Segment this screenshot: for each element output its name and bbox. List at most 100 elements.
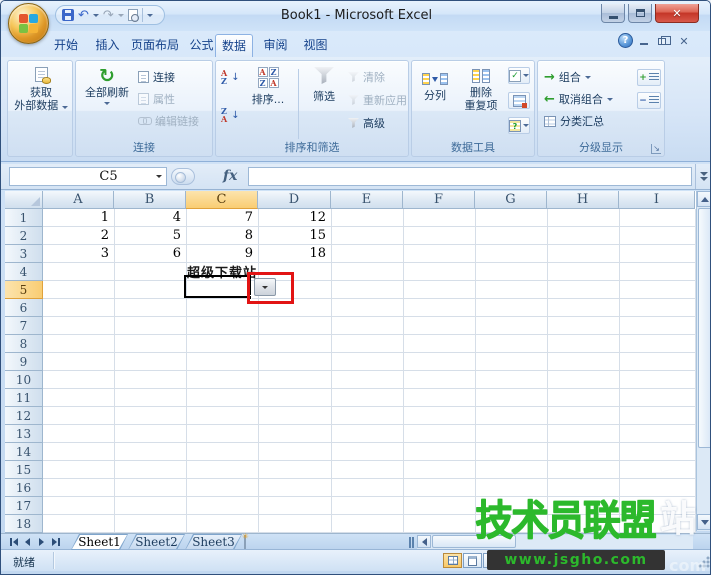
cell-D1[interactable]: 12: [258, 209, 326, 227]
sheet-tab-sheet3[interactable]: Sheet3: [185, 534, 242, 550]
row-header-12[interactable]: 12: [5, 407, 43, 425]
cell-B3[interactable]: 6: [114, 245, 181, 263]
row-header-5[interactable]: 5: [5, 281, 43, 299]
formula-input[interactable]: [248, 167, 692, 186]
selected-cell-C5[interactable]: [184, 275, 251, 298]
row-header-11[interactable]: 11: [5, 389, 43, 407]
row-header-1[interactable]: 1: [5, 209, 43, 227]
row-header-13[interactable]: 13: [5, 425, 43, 443]
previous-sheet-button[interactable]: [21, 536, 34, 548]
vertical-scroll-thumb[interactable]: [698, 208, 710, 448]
sheet-tab-sheet2[interactable]: Sheet2: [128, 534, 185, 550]
vertical-scrollbar[interactable]: [696, 191, 710, 531]
consolidate-button[interactable]: [508, 92, 530, 109]
sort-ascending-button[interactable]: A Z ↓: [221, 69, 240, 85]
row-header-6[interactable]: 6: [5, 299, 43, 317]
tab-data[interactable]: 数据: [215, 34, 253, 57]
filter-button[interactable]: 筛选: [304, 67, 344, 103]
column-header-I[interactable]: I: [619, 191, 695, 209]
row-header-2[interactable]: 2: [5, 227, 43, 245]
save-icon[interactable]: [62, 9, 74, 21]
row-header-16[interactable]: 16: [5, 479, 43, 497]
close-button[interactable]: ✕: [655, 4, 699, 23]
group-button[interactable]: → 组合: [544, 69, 591, 85]
column-header-C[interactable]: C: [186, 191, 258, 209]
last-sheet-button[interactable]: [49, 536, 62, 548]
column-header-E[interactable]: E: [331, 191, 403, 209]
cell-D2[interactable]: 15: [258, 227, 326, 245]
column-header-D[interactable]: D: [258, 191, 331, 209]
select-all-corner[interactable]: [5, 191, 43, 209]
minimize-button[interactable]: [601, 4, 625, 23]
sheet-tab-sheet1[interactable]: Sheet1: [71, 534, 128, 550]
row-header-3[interactable]: 3: [5, 245, 43, 263]
help-button[interactable]: ?: [618, 33, 633, 48]
workbook-restore-button[interactable]: [655, 35, 671, 47]
tab-insert[interactable]: 插入: [88, 34, 127, 57]
tab-view[interactable]: 视图: [297, 34, 334, 57]
cell-C1[interactable]: 7: [186, 209, 253, 227]
workbook-minimize-button[interactable]: [637, 35, 651, 47]
show-detail-button[interactable]: +: [637, 69, 661, 86]
cell-B2[interactable]: 5: [114, 227, 181, 245]
undo-icon[interactable]: ↶: [78, 9, 89, 22]
row-header-8[interactable]: 8: [5, 335, 43, 353]
first-sheet-button[interactable]: [7, 536, 20, 548]
cell-A1[interactable]: 1: [43, 209, 109, 227]
tab-scrollbar-splitter[interactable]: [409, 537, 414, 548]
tab-page-layout[interactable]: 页面布局: [127, 34, 183, 57]
column-header-H[interactable]: H: [547, 191, 619, 209]
name-box-dropdown-icon[interactable]: [152, 175, 166, 178]
remove-duplicates-button[interactable]: 删除 重复项: [457, 67, 505, 112]
row-header-4[interactable]: 4: [5, 263, 43, 281]
customize-qat-caret[interactable]: [146, 13, 153, 17]
refresh-all-button[interactable]: ↻ 全部刷新: [80, 66, 134, 105]
page-layout-view-button[interactable]: [463, 553, 482, 568]
office-button[interactable]: [8, 3, 49, 44]
hide-detail-button[interactable]: −: [637, 92, 661, 109]
insert-function-button[interactable]: fx: [223, 168, 237, 184]
row-header-18[interactable]: 18: [5, 515, 43, 533]
name-box[interactable]: C5: [9, 167, 167, 186]
undo-dropdown-caret[interactable]: [92, 13, 99, 17]
advanced-filter-button[interactable]: 高级: [348, 115, 385, 131]
next-sheet-button[interactable]: [35, 536, 48, 548]
tab-home[interactable]: 开始: [45, 34, 87, 57]
data-validation-button[interactable]: ✓: [508, 67, 530, 84]
row-header-10[interactable]: 10: [5, 371, 43, 389]
what-if-analysis-button[interactable]: ?: [508, 117, 530, 134]
normal-view-button[interactable]: [443, 553, 462, 568]
insert-worksheet-button[interactable]: ✳: [242, 533, 264, 556]
cell-D3[interactable]: 18: [258, 245, 326, 263]
scroll-down-button[interactable]: [697, 514, 710, 530]
row-header-17[interactable]: 17: [5, 497, 43, 515]
workbook-close-button[interactable]: ✕: [677, 35, 691, 48]
text-to-columns-button[interactable]: 分列: [415, 67, 455, 102]
column-header-A[interactable]: A: [43, 191, 114, 209]
column-header-G[interactable]: G: [475, 191, 547, 209]
expand-formula-bar-button[interactable]: [695, 164, 710, 189]
get-external-data-button[interactable]: 获取 外部数据: [11, 67, 71, 112]
row-header-14[interactable]: 14: [5, 443, 43, 461]
tab-review[interactable]: 审阅: [256, 34, 295, 57]
column-header-F[interactable]: F: [403, 191, 475, 209]
connections-button[interactable]: 连接: [138, 69, 175, 85]
sort-button[interactable]: AZ ZA 排序...: [244, 67, 292, 106]
cell-B1[interactable]: 4: [114, 209, 181, 227]
scroll-up-button[interactable]: [697, 191, 710, 207]
column-header-B[interactable]: B: [114, 191, 186, 209]
sort-descending-button[interactable]: Z A ↓: [221, 107, 240, 123]
cell-A2[interactable]: 2: [43, 227, 109, 245]
ungroup-button[interactable]: ← 取消组合: [544, 91, 613, 107]
formula-bar-splitter[interactable]: [171, 168, 195, 185]
subtotal-button[interactable]: 分类汇总: [544, 113, 604, 129]
row-header-7[interactable]: 7: [5, 317, 43, 335]
cell-C3[interactable]: 9: [186, 245, 253, 263]
print-preview-icon[interactable]: [127, 9, 139, 22]
scroll-left-button[interactable]: [417, 535, 431, 548]
cell-A3[interactable]: 3: [43, 245, 109, 263]
row-header-15[interactable]: 15: [5, 461, 43, 479]
row-header-9[interactable]: 9: [5, 353, 43, 371]
cell-C2[interactable]: 8: [186, 227, 253, 245]
maximize-button[interactable]: [628, 4, 652, 23]
